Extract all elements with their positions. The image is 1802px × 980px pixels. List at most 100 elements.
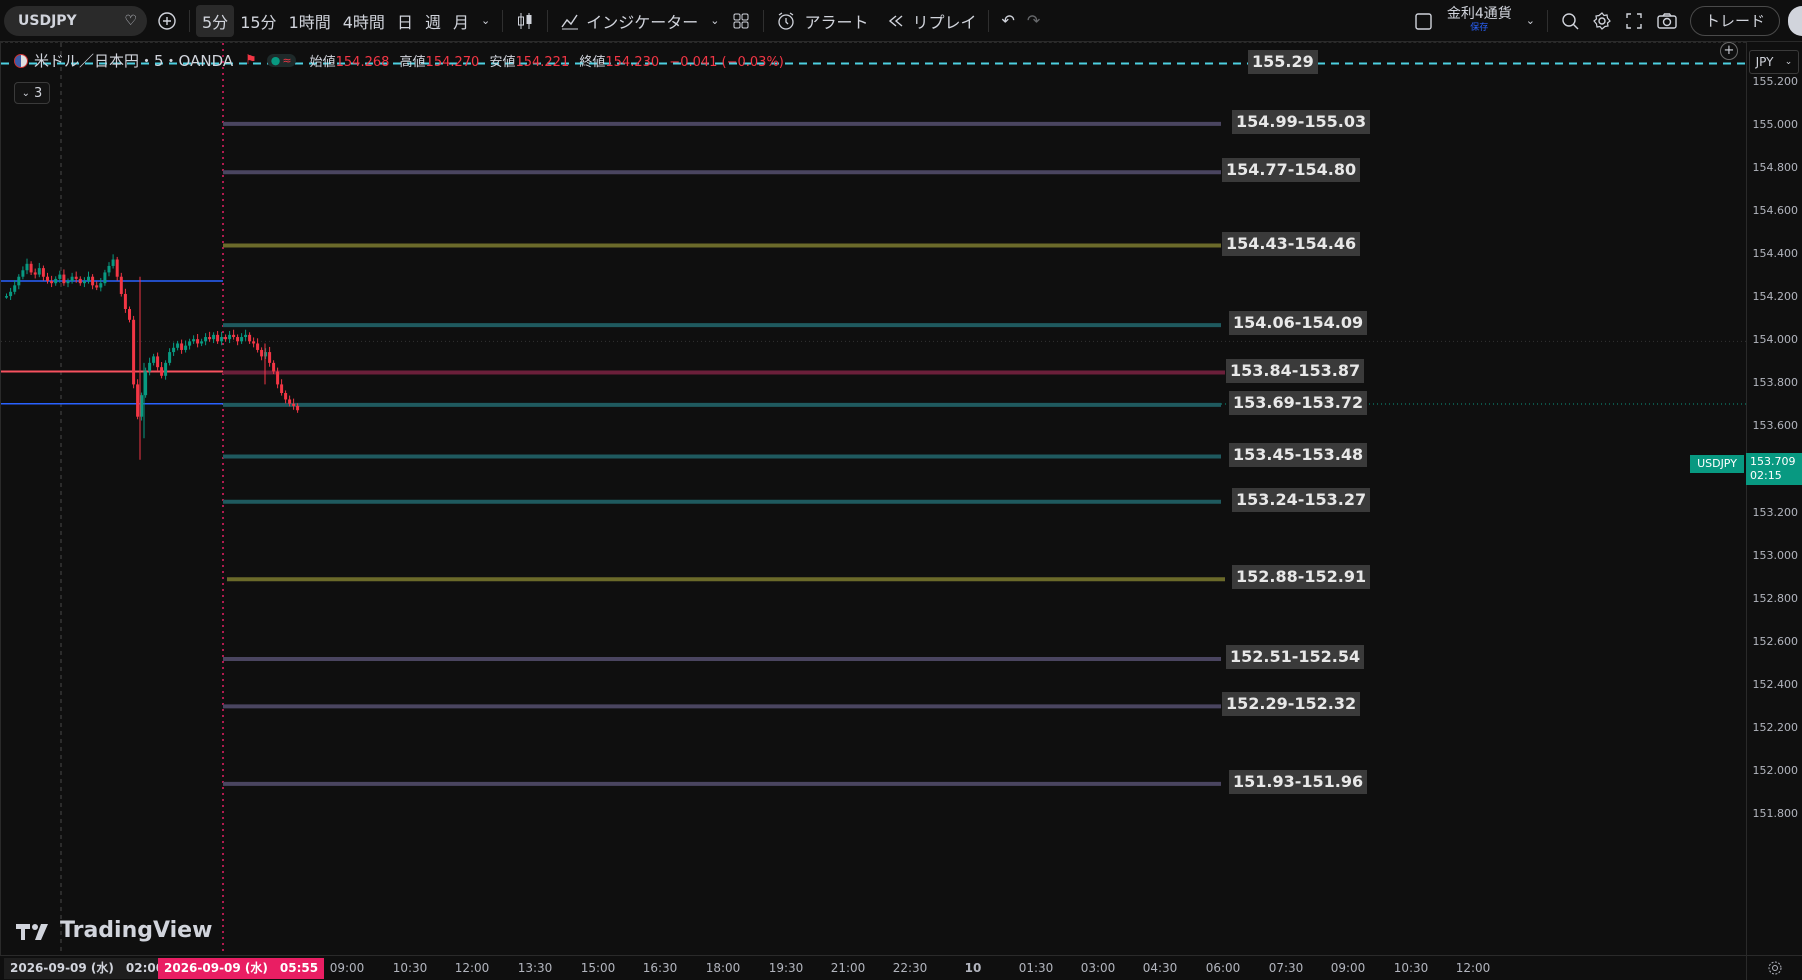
currency-selector[interactable]: JPY ⌄ (1749, 50, 1799, 74)
time-tick-label: 03:00 (1080, 961, 1116, 975)
level-label[interactable]: 153.24-153.27 (1232, 487, 1371, 512)
level-label[interactable]: 151.93-151.96 (1229, 769, 1368, 794)
snapshot-button[interactable] (1650, 5, 1684, 37)
layout-name-button[interactable]: 金利4通貨 保存 (1439, 5, 1520, 37)
indicators-icon (561, 14, 579, 29)
close-value: 154.230 (605, 55, 660, 70)
chart-canvas[interactable] (1, 43, 1747, 956)
price-tick-label: 153.800 (1752, 376, 1799, 390)
top-toolbar: USDJPY ♡ 5分 15分 1時間 4時間 日 週 月 ⌄ インジケーター … (0, 0, 1802, 42)
current-price-tag: 153.709 02:15 (1746, 453, 1802, 485)
undo-button[interactable]: ↶ (995, 5, 1020, 37)
price-tick-label: 155.200 (1752, 74, 1799, 88)
layout-name: 金利4通貨 (1446, 5, 1512, 22)
level-label[interactable]: 154.77-154.80 (1222, 158, 1361, 183)
candle-body (208, 337, 212, 340)
trade-button[interactable]: トレード (1689, 5, 1780, 36)
time-tick-label: 09:00 (329, 961, 365, 975)
chart-type-button[interactable] (509, 5, 541, 37)
gear-icon (1593, 11, 1611, 30)
multi-layout-button[interactable] (1407, 5, 1439, 37)
layout-status: 保存 (1470, 22, 1489, 33)
series-legend[interactable]: 米ドル／日本円・5・OANDA ⚑ ● ≈ 始値154.268 高値154.270… (14, 50, 784, 71)
square-icon (1415, 12, 1432, 30)
interval-5m[interactable]: 5分 (196, 4, 235, 37)
candle-body (240, 337, 244, 342)
interval-15m[interactable]: 15分 (234, 5, 282, 37)
candle-body (33, 272, 37, 275)
open-value: 154.268 (335, 55, 390, 70)
price-tick-label: 152.200 (1752, 720, 1799, 734)
interval-dropdown-button[interactable]: ⌄ (475, 5, 496, 37)
interval-month[interactable]: 月 (447, 5, 475, 37)
price-axis[interactable]: 155.200 155.000 154.800 154.600 154.400 154.2… (1746, 42, 1802, 955)
candle-body (37, 268, 41, 275)
candle-body (50, 281, 54, 284)
interval-1h[interactable]: 1時間 (283, 5, 337, 37)
candle-body (70, 276, 74, 282)
level-label[interactable]: 154.99-155.03 (1232, 109, 1371, 134)
candle-body (58, 274, 62, 279)
candle-body (78, 278, 82, 284)
time-tick-label: 04:30 (1142, 961, 1178, 975)
candle-body (172, 347, 176, 353)
settings-button[interactable] (1586, 5, 1618, 37)
alert-button[interactable]: アラート (770, 5, 874, 37)
candle-body (123, 293, 127, 310)
status-pill-icon: ● ≈ (266, 54, 296, 67)
candle-body (152, 356, 156, 363)
indicators-button[interactable]: インジケーター (554, 5, 704, 37)
time-tick-label: 06:00 (1205, 961, 1241, 975)
level-label[interactable]: 153.45-153.48 (1229, 442, 1368, 467)
candle-body (164, 362, 168, 376)
time-tick-label: 01:30 (1018, 961, 1054, 975)
symbol-search-button[interactable]: USDJPY ♡ (4, 5, 147, 36)
level-label[interactable]: 152.29-152.32 (1222, 692, 1361, 717)
interval-4h[interactable]: 4時間 (337, 5, 391, 37)
compare-add-button[interactable] (151, 5, 183, 37)
publish-button[interactable] (1788, 5, 1802, 36)
quick-search-button[interactable] (1554, 5, 1586, 37)
level-label[interactable]: 152.88-152.91 (1232, 565, 1371, 590)
time-axis-settings-button[interactable] (1746, 955, 1802, 980)
candle-body (272, 362, 276, 372)
candle-body (119, 276, 123, 294)
layouts-button[interactable] (725, 5, 757, 37)
candle-body (236, 337, 240, 342)
candle-body (216, 334, 220, 342)
candle-body (74, 276, 78, 279)
bar-countdown: 02:15 (1750, 469, 1782, 482)
level-label[interactable]: 153.84-153.87 (1226, 358, 1365, 383)
level-label[interactable]: 154.43-154.46 (1222, 231, 1361, 256)
candle-body (144, 371, 148, 396)
time-tick-label: 22:30 (892, 961, 928, 975)
layout-dropdown[interactable]: ⌄ (1520, 5, 1541, 37)
candle-body (41, 268, 45, 277)
candle-body (260, 349, 264, 357)
interval-day[interactable]: 日 (391, 5, 419, 37)
time-tick-label: 13:30 (517, 961, 553, 975)
toolbar-separator (502, 9, 504, 32)
indicators-dropdown[interactable]: ⌄ (704, 5, 725, 37)
level-label[interactable]: 155.29 (1248, 49, 1318, 74)
legend-ohlc: 始値154.268 高値154.270 安値154.221 終値154.230 … (310, 51, 784, 70)
watchlist-heart-icon[interactable]: ♡ (124, 13, 137, 29)
time-tick-label: 16:30 (642, 961, 678, 975)
interval-week[interactable]: 週 (419, 5, 447, 37)
level-label[interactable]: 152.51-152.54 (1226, 644, 1365, 669)
tradingview-logo[interactable]: TradingView (16, 918, 212, 943)
level-label[interactable]: 154.06-154.09 (1229, 311, 1368, 336)
search-icon (1562, 12, 1579, 29)
fullscreen-button[interactable] (1618, 5, 1650, 37)
candle-body (292, 403, 296, 406)
redo-button[interactable]: ↷ (1021, 5, 1046, 37)
high-label: 高値 (399, 55, 426, 70)
candle-body (107, 265, 111, 273)
replay-button[interactable]: リプレイ (880, 5, 982, 37)
toolbar-separator (1546, 9, 1548, 32)
chart-pane[interactable] (0, 42, 1747, 956)
add-pane-button[interactable]: + (1720, 42, 1738, 60)
level-label[interactable]: 153.69-153.72 (1229, 390, 1368, 415)
indicator-collapse-button[interactable]: ⌄ 3 (14, 82, 50, 104)
time-axis[interactable]: 043009:0010:3012:0013:3015:0016:3018:001… (0, 955, 1746, 980)
